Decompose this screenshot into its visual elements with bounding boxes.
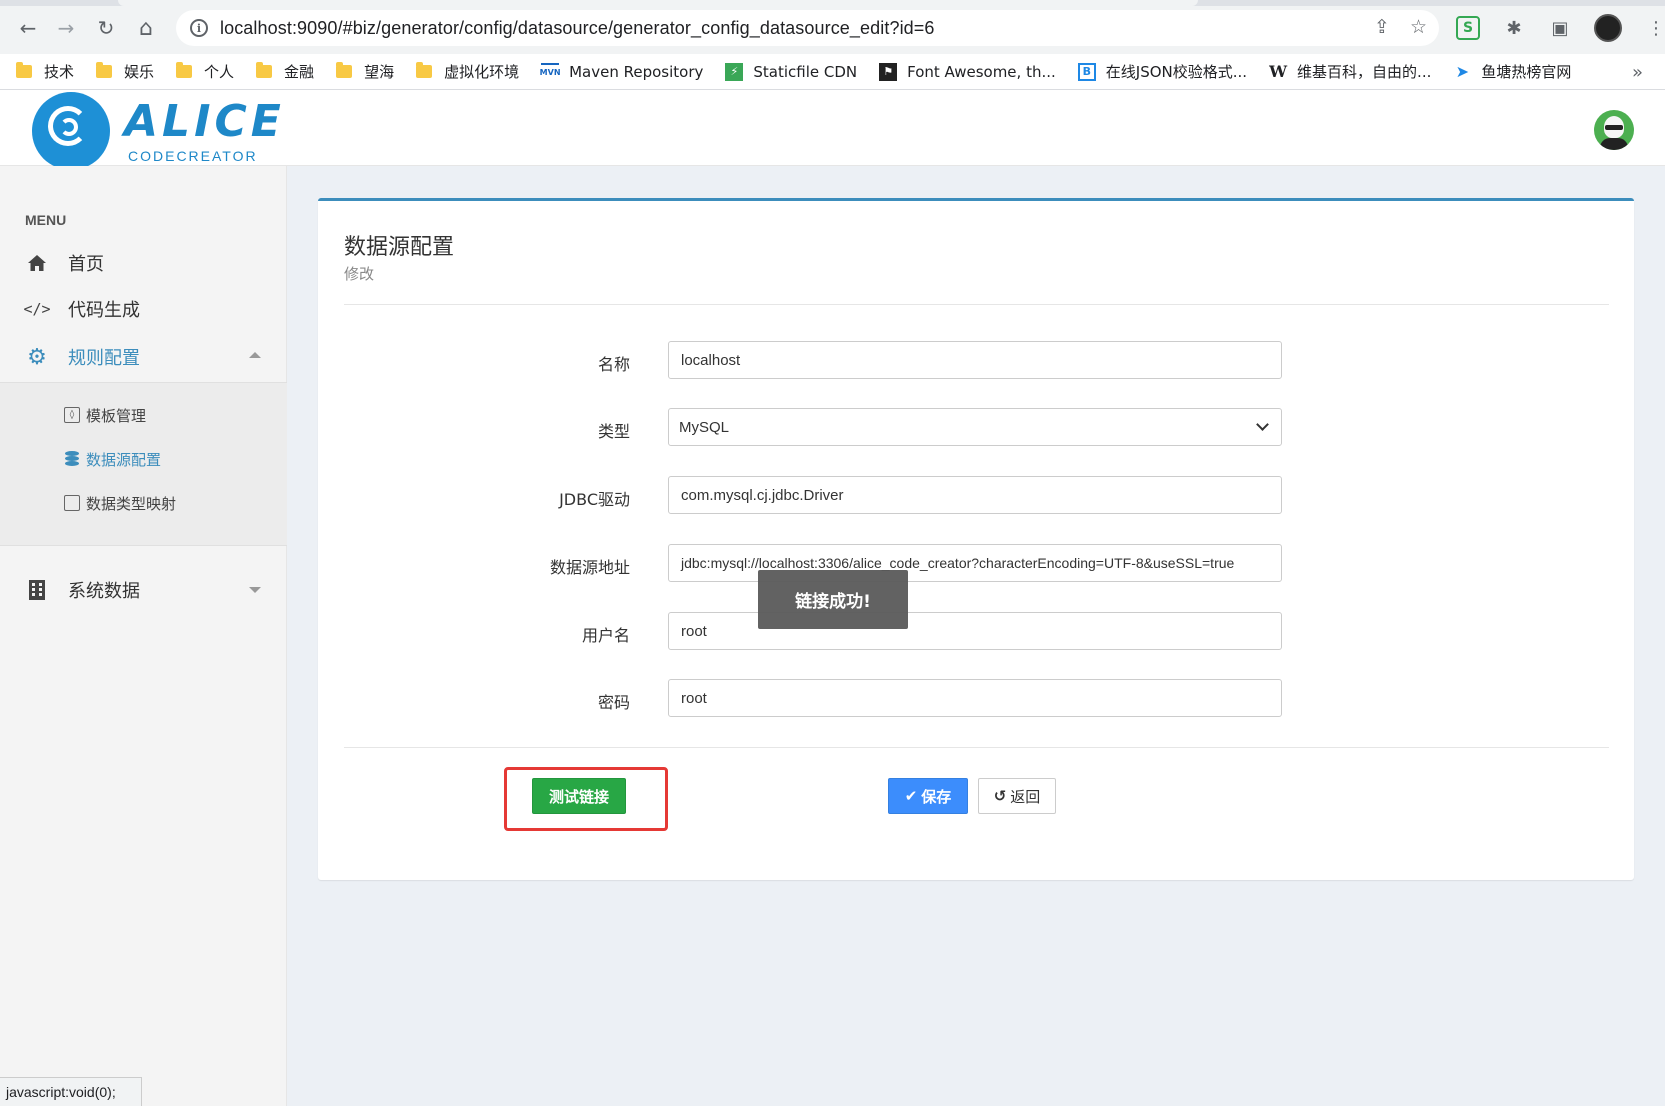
sidebar-item-codegen[interactable]: </> 代码生成 [0,286,287,332]
bookmark-item[interactable]: W 维基百科，自由的... [1269,61,1431,82]
save-button[interactable]: ✔ 保存 [888,778,968,814]
bookmark-item[interactable]: MVN Maven Repository [540,62,703,81]
form-row-password: 密码 root [318,679,1634,717]
sidebar-item-type-mapping[interactable]: 数据类型映射 [64,488,176,518]
driver-label: JDBC驱动 [559,490,630,509]
menu-label: MENU [25,212,67,228]
test-connection-button[interactable]: 测试链接 [532,778,626,814]
back-icon[interactable]: ← [14,14,42,42]
bookmark-item[interactable]: 娱乐 [96,61,154,82]
bookmarks-bar: 技术 娱乐 个人 金融 望海 虚拟化环境 MVN Maven Repository… [0,54,1665,90]
bookmark-item[interactable]: 技术 [16,61,74,82]
url-text[interactable]: localhost:9090/#biz/generator/config/dat… [220,18,935,39]
undo-icon: ↺ [993,787,1007,805]
check-icon: ✔ [904,787,918,805]
form-row-url: 数据源地址 jdbc:mysql://localhost:3306/alice_… [318,544,1634,582]
b-icon: B [1077,62,1096,81]
folder-icon [96,62,113,78]
tab-strip [0,0,1665,6]
staticfile-icon: ⚡ [725,62,744,81]
success-toast: 链接成功! [758,570,908,629]
gear-icon: ⚙ [27,344,47,370]
bookmark-item[interactable]: 望海 [336,61,394,82]
logo-text: ALICE [124,96,285,147]
rule-config-submenu: ◊ 模板管理 数据源配置 数据类型映射 [0,382,287,546]
logo-subtext: CODECREATOR [128,148,258,164]
star-icon[interactable]: ☆ [1410,16,1427,38]
bookmark-item[interactable]: 个人 [176,61,234,82]
form-row-driver: JDBC驱动 com.mysql.cj.jdbc.Driver [318,476,1634,514]
code-icon: </> [23,300,51,318]
forward-icon[interactable]: → [52,14,80,42]
form-row-name: 名称 localhost [318,341,1634,379]
password-input[interactable]: root [668,679,1282,717]
folder-icon [256,62,273,78]
sidebar-item-home[interactable]: 首页 [0,240,287,286]
type-select-value: MySQL [679,418,730,436]
username-label: 用户名 [581,626,630,645]
sidebar-item-system-data[interactable]: 系统数据 [0,567,287,613]
url-label: 数据源地址 [549,558,630,577]
type-select[interactable]: MySQL [668,408,1282,446]
puzzle-icon[interactable]: ✱ [1502,16,1526,40]
share-icon[interactable]: ⇪ [1374,16,1390,38]
fish-icon: ➤ [1455,62,1470,81]
logo-icon[interactable] [32,92,110,170]
home-icon[interactable]: ⌂ [132,14,160,42]
chevron-down-icon [1256,418,1269,431]
copy-icon [64,495,80,511]
browser-toolbar: ← → ↻ ⌂ i localhost:9090/#biz/generator/… [0,0,1665,54]
bookmark-item[interactable]: 虚拟化环境 [416,61,519,82]
kebab-menu-icon[interactable]: ⋮ [1644,16,1665,40]
browser-status-bar: javascript:void(0); [0,1077,142,1106]
folder-icon [176,62,193,78]
info-icon[interactable]: i [190,19,208,37]
divider [344,304,1609,305]
folder-icon [16,62,32,78]
extension-s-icon[interactable]: S [1456,16,1480,40]
bookmark-item[interactable]: ⚡ Staticfile CDN [725,62,857,81]
bookmark-item[interactable]: 金融 [256,61,314,82]
name-label: 名称 [597,355,630,374]
name-input[interactable]: localhost [668,341,1282,379]
type-label: 类型 [597,422,630,441]
mvn-icon: MVN [540,62,561,81]
profile-avatar[interactable] [1594,14,1622,42]
flag-icon: ⚑ [879,62,898,81]
caret-up-icon [249,352,261,358]
bookmark-item[interactable]: ➤ 鱼塘热榜官网 [1453,61,1572,82]
form-row-type: 类型 MySQL [318,408,1634,446]
sidepanel-icon[interactable]: ▣ [1548,16,1572,40]
home-icon [26,252,48,274]
database-icon [64,451,80,467]
user-avatar[interactable] [1594,110,1634,150]
active-tab[interactable] [118,0,1198,6]
sidebar-item-template[interactable]: ◊ 模板管理 [64,400,146,430]
app-header: ALICE CODECREATOR [0,90,1665,170]
driver-input[interactable]: com.mysql.cj.jdbc.Driver [668,476,1282,514]
bookmark-item[interactable]: ⚑ Font Awesome, th... [879,62,1056,81]
sidebar-item-datasource[interactable]: 数据源配置 [64,444,161,474]
file-code-icon: ◊ [64,407,80,423]
folder-icon [416,62,433,78]
password-label: 密码 [597,693,630,712]
page-title: 数据源配置 [344,235,455,260]
sidebar-item-rule-config[interactable]: ⚙ 规则配置 [0,334,287,380]
divider [344,747,1609,748]
sidebar: MENU 首页 </> 代码生成 ⚙ 规则配置 ◊ 模板管理 数据源配置 数据类… [0,166,287,1106]
bookmark-item[interactable]: B 在线JSON校验格式... [1077,61,1247,82]
page-subtitle: 修改 [344,265,375,283]
folder-icon [336,62,353,78]
form-row-username: 用户名 root [318,612,1634,650]
building-icon [26,579,48,601]
bookmarks-more-icon[interactable]: » [1632,62,1643,83]
address-bar[interactable]: i localhost:9090/#biz/generator/config/d… [176,10,1439,46]
back-button[interactable]: ↺ 返回 [978,778,1056,814]
wikipedia-icon: W [1269,62,1288,81]
caret-down-icon [249,587,261,593]
reload-icon[interactable]: ↻ [92,14,120,42]
